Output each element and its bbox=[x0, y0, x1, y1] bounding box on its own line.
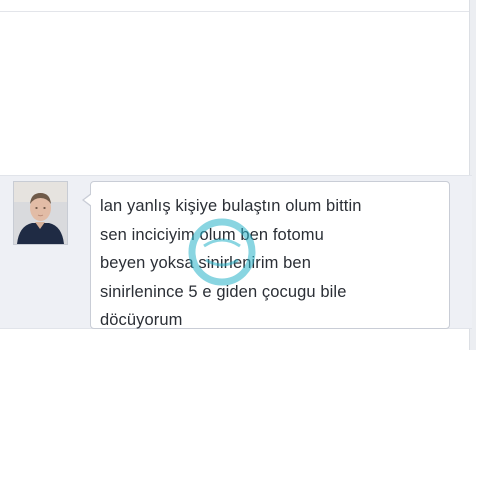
message-line: lan yanlış kişiye bulaştın olum bittin bbox=[100, 197, 362, 215]
message-line: sen inciciyim olum ben fotomu bbox=[100, 225, 324, 244]
screenshot-page: lan yanlış kişiye bulaştın olum bittin s… bbox=[0, 0, 479, 478]
message-line: beyen yoksa sinirlenirim ben bbox=[100, 254, 311, 272]
message-line: sinirlenince 5 e giden çocugu bile bbox=[100, 282, 347, 301]
message-line: döcüyorum bbox=[100, 311, 183, 329]
bubble-tail-inner bbox=[84, 194, 92, 206]
top-divider bbox=[0, 11, 470, 12]
avatar[interactable] bbox=[13, 181, 68, 245]
message-text: lan yanlış kişiye bulaştın olum bittin s… bbox=[100, 192, 440, 335]
avatar-photo-icon bbox=[14, 182, 67, 244]
